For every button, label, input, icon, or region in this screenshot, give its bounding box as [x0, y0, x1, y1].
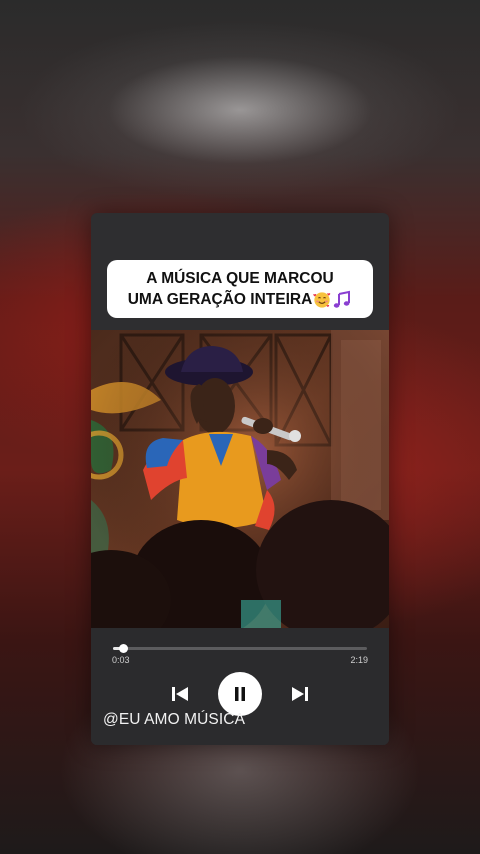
- smiling-face-with-hearts-icon: [313, 291, 331, 308]
- next-button[interactable]: [289, 683, 311, 705]
- progress-bar[interactable]: [113, 644, 367, 653]
- next-icon: [292, 687, 308, 701]
- account-handle: @EU AMO MÚSICA: [103, 711, 246, 728]
- pause-icon: [235, 687, 245, 701]
- video-frame[interactable]: [91, 330, 389, 628]
- previous-icon: [172, 687, 188, 701]
- musical-notes-icon: [334, 290, 351, 308]
- performer-scene: [91, 330, 389, 628]
- pause-button[interactable]: [218, 672, 262, 716]
- total-time: 2:19: [350, 655, 368, 665]
- caption-line-1: A MÚSICA QUE MARCOU: [146, 270, 334, 287]
- music-post-card: A MÚSICA QUE MARCOU UMA GERAÇÃO INTEIRA: [91, 213, 389, 745]
- previous-button[interactable]: [169, 683, 191, 705]
- progress-knob[interactable]: [119, 644, 128, 653]
- audio-player: 0:03 2:19 @EU AMO MÚSICA: [91, 628, 389, 745]
- caption-line-2: UMA GERAÇÃO INTEIRA: [128, 289, 353, 310]
- caption-line-2-text: UMA GERAÇÃO INTEIRA: [127, 291, 313, 308]
- caption-box: A MÚSICA QUE MARCOU UMA GERAÇÃO INTEIRA: [107, 260, 373, 318]
- story-screen: A MÚSICA QUE MARCOU UMA GERAÇÃO INTEIRA: [0, 0, 480, 854]
- elapsed-time: 0:03: [112, 655, 130, 665]
